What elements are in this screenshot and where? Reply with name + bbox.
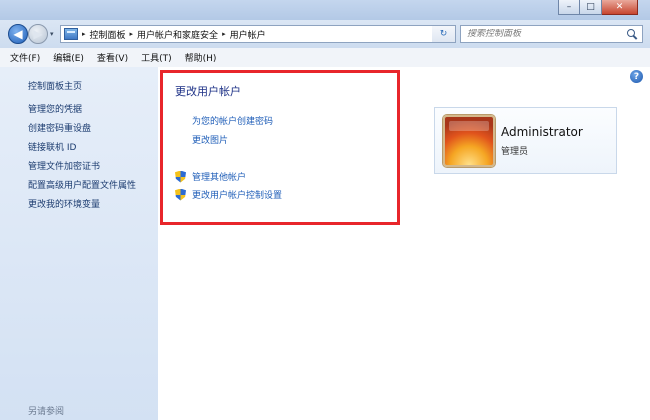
page-title: 更改用户帐户 (175, 85, 241, 98)
breadcrumb-separator-icon[interactable]: ▸ (82, 30, 86, 38)
control-panel-icon (64, 28, 78, 40)
sidebar-item-environment-variables[interactable]: 更改我的环境变量 (28, 200, 136, 219)
sidebar-item-password-reset-disk[interactable]: 创建密码重设盘 (28, 124, 136, 143)
account-role: 管理员 (501, 147, 529, 157)
uac-shield-icon (175, 170, 186, 183)
change-picture-link[interactable]: 更改图片 (192, 133, 228, 146)
breadcrumb-separator-icon[interactable]: ▸ (130, 30, 134, 38)
see-also-heading: 另请参阅 (28, 407, 65, 417)
help-icon[interactable]: ? (630, 70, 643, 83)
menu-help[interactable]: 帮助(H) (185, 51, 217, 64)
breadcrumb-user-accounts-family-safety[interactable]: 用户帐户和家庭安全 (137, 28, 218, 41)
sidebar-item-file-encryption-certificates[interactable]: 管理文件加密证书 (28, 162, 136, 181)
refresh-icon: ↻ (439, 29, 448, 39)
title-bar: – □ ✕ (0, 0, 650, 20)
caption-buttons: – □ ✕ (558, 0, 638, 15)
sidebar-links: 管理您的凭据 创建密码重设盘 链接联机 ID 管理文件加密证书 配置高级用户配置… (28, 105, 136, 219)
forward-arrow-icon: ▶ (33, 27, 43, 41)
menu-edit[interactable]: 编辑(E) (53, 51, 84, 64)
menu-tools[interactable]: 工具(T) (141, 51, 172, 64)
breadcrumb-user-accounts[interactable]: 用户帐户 (230, 28, 266, 41)
back-button[interactable]: ◀ (8, 24, 28, 44)
maximize-button[interactable]: □ (580, 0, 602, 15)
breadcrumb-control-panel[interactable]: 控制面板 (90, 28, 126, 41)
avatar (443, 115, 495, 167)
manage-other-accounts-row[interactable]: 管理其他帐户 (175, 170, 246, 183)
uac-shield-icon (175, 188, 186, 201)
change-uac-settings-link[interactable]: 更改用户帐户控制设置 (192, 188, 282, 201)
menu-bar: 文件(F) 编辑(E) 查看(V) 工具(T) 帮助(H) (0, 48, 650, 68)
recent-pages-dropdown[interactable]: ▾ (50, 30, 54, 38)
search-box[interactable] (460, 25, 643, 43)
main-content: ? 更改用户帐户 为您的帐户创建密码 更改图片 管理其他帐户 更改用户帐户控制设… (158, 67, 650, 420)
sidebar-item-advanced-profile-properties[interactable]: 配置高级用户配置文件属性 (28, 181, 136, 200)
forward-button[interactable]: ▶ (28, 24, 48, 44)
address-bar[interactable]: ▸ 控制面板 ▸ 用户帐户和家庭安全 ▸ 用户帐户 ▾ (60, 25, 456, 43)
account-card: Administrator 管理员 (434, 107, 617, 174)
manage-other-accounts-link[interactable]: 管理其他帐户 (192, 170, 246, 183)
create-password-link[interactable]: 为您的帐户创建密码 (192, 114, 273, 127)
account-name: Administrator (501, 125, 583, 139)
search-input[interactable] (467, 29, 617, 39)
breadcrumb-separator-icon[interactable]: ▸ (222, 30, 226, 38)
menu-file[interactable]: 文件(F) (10, 51, 40, 64)
search-icon[interactable] (627, 29, 637, 39)
left-task-pane: 控制面板主页 管理您的凭据 创建密码重设盘 链接联机 ID 管理文件加密证书 配… (0, 67, 158, 420)
control-panel-home-link[interactable]: 控制面板主页 (28, 79, 82, 92)
navigation-bar: ◀ ▶ ▾ ▸ 控制面板 ▸ 用户帐户和家庭安全 ▸ 用户帐户 ▾ ↻ (0, 20, 650, 48)
sidebar-item-link-online-id[interactable]: 链接联机 ID (28, 143, 136, 162)
refresh-button[interactable]: ↻ (432, 25, 456, 43)
uac-settings-row[interactable]: 更改用户帐户控制设置 (175, 188, 282, 201)
back-arrow-icon: ◀ (13, 27, 23, 41)
close-button[interactable]: ✕ (602, 0, 638, 15)
menu-view[interactable]: 查看(V) (97, 51, 128, 64)
minimize-button[interactable]: – (558, 0, 580, 15)
sidebar-item-manage-credentials[interactable]: 管理您的凭据 (28, 105, 136, 124)
